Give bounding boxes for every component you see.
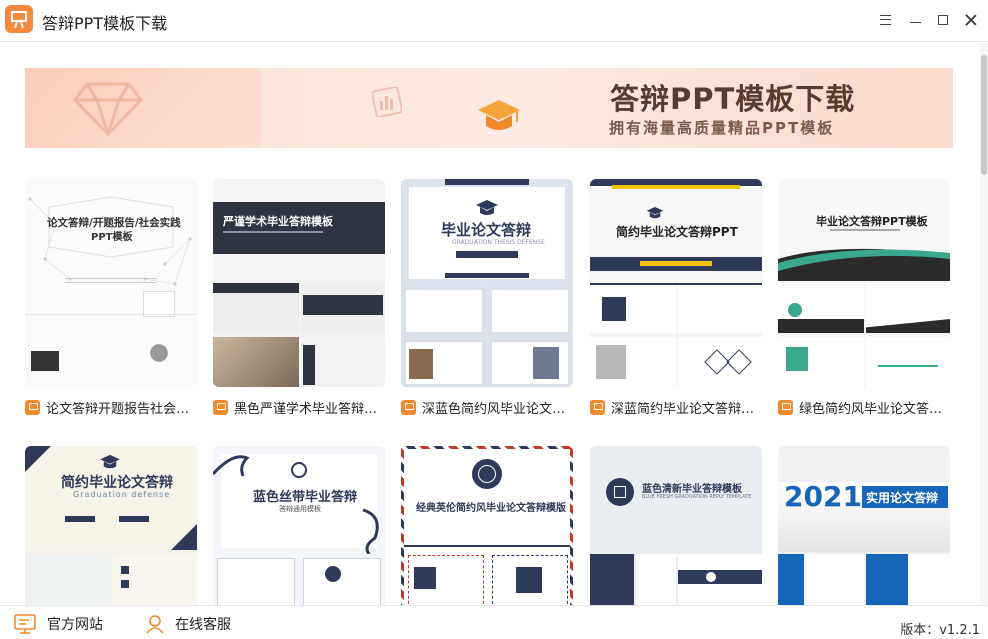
template-title: 论文答辩开题报告社会实践PPT模板 [46,401,196,417]
version-label: 版本：v1.2.1 [900,623,980,638]
ppt-file-icon [401,399,416,415]
promo-banner[interactable]: 答辩PPT模板下载 拥有海量高质量精品PPT模板 [25,68,953,148]
template-card[interactable]: 论文答辩/开题报告/社会实践 PPT模板 论文答辩开题报告社会实践PPT模板 [25,179,197,417]
diamond-icon [73,82,143,136]
online-service-label: 在线客服 [175,617,231,633]
menu-icon [879,15,891,25]
ppt-file-icon [213,399,228,415]
maximize-icon [938,15,948,25]
slide-subtitle: 实用论文答辩 [866,491,939,505]
slide-subtitle: GRADUATION THESIS DEFENSE [452,239,545,246]
template-card[interactable]: 简约毕业论文答辩 Graduation defense [25,446,197,605]
banner-subtitle: 拥有海量高质量精品PPT模板 [609,119,835,137]
template-thumbnail[interactable]: 简约毕业论文答辩PPT [590,179,762,387]
template-caption[interactable]: 绿色简约风毕业论文答辩PPT模板 [778,398,950,417]
template-gallery: 答辩PPT模板下载 拥有海量高质量精品PPT模板 论文答辩/开题报告/社会实践 … [0,43,988,605]
app-window: 答辩PPT模板下载 答辩PPT模板下载 拥有海量高质量精品PPT模板 论文答辩/… [0,0,988,639]
slide-title: 蓝色清新毕业答辩模板 [642,484,742,495]
close-icon [965,14,977,26]
chart-icon [372,87,402,117]
template-thumbnail[interactable]: 严谨学术毕业答辩模板 [213,179,385,387]
slide-subtitle: 答辩通用模板 [279,505,321,513]
app-logo-icon [5,5,33,33]
template-caption[interactable]: 深蓝色简约风毕业论文答辩PPT模板 [401,398,573,417]
slide-subtitle: Graduation defense [73,490,171,499]
graduation-cap-icon [100,454,120,469]
template-title: 黑色严谨学术毕业答辩PPT模板 [234,401,384,417]
template-card[interactable]: 严谨学术毕业答辩模板 黑色严谨学术毕业答辩PPT模板 [213,179,385,417]
customer-service-icon [146,615,164,634]
template-card[interactable]: 2021 实用论文答辩 [778,446,950,605]
template-thumbnail[interactable]: 蓝色丝带毕业答辩 答辩通用模板 [213,446,385,605]
template-title: 深蓝色简约风毕业论文答辩PPT模板 [422,401,572,417]
scrollbar-thumb[interactable] [981,55,987,175]
slide-title: 2021 [784,480,862,513]
template-card[interactable]: 毕业论文答辩PPT模板 绿色简约风毕业论文答辩PPT模板 [778,179,950,417]
template-thumbnail[interactable]: 2021 实用论文答辩 [778,446,950,605]
minimize-icon [909,21,921,23]
wave-pattern [778,248,950,281]
template-card[interactable]: 经典英伦简约风毕业论文答辩模版 [401,446,573,605]
ppt-file-icon [590,399,605,415]
title-bar: 答辩PPT模板下载 [0,0,988,42]
graduation-cap-icon [646,207,664,219]
official-website-link[interactable]: 官方网站 [14,614,103,634]
template-card[interactable]: 蓝色丝带毕业答辩 答辩通用模板 [213,446,385,605]
template-card[interactable]: 简约毕业论文答辩PPT 深蓝简约毕业论文答辩PPT模板 [590,179,762,417]
banner-title: 答辩PPT模板下载 [610,82,856,116]
slide-title: 毕业论文答辩PPT模板 [816,215,928,228]
template-thumbnail[interactable]: 毕业论文答辩PPT模板 [778,179,950,387]
slide-title: 简约毕业论文答辩 [61,475,173,491]
close-button[interactable] [958,8,984,32]
menu-button[interactable] [872,8,898,32]
graduation-cap-icon [478,100,520,130]
template-caption[interactable]: 论文答辩开题报告社会实践PPT模板 [25,398,197,417]
slide-title: 毕业论文答辩 [441,221,532,239]
graduation-cap-icon [476,200,498,215]
template-card[interactable]: 蓝色清新毕业答辩模板 BLUE FRESH GRADUATION REPLY T… [590,446,762,605]
vertical-scrollbar[interactable] [980,43,988,605]
template-thumbnail[interactable]: 简约毕业论文答辩 Graduation defense [25,446,197,605]
template-thumbnail[interactable]: 经典英伦简约风毕业论文答辩模版 [401,446,573,605]
website-icon [14,614,36,634]
slide-title: 简约毕业论文答辩PPT [616,225,738,239]
slide-subtitle: BLUE FRESH GRADUATION REPLY TEMPLATE [642,494,752,500]
template-card[interactable]: 毕业论文答辩 GRADUATION THESIS DEFENSE 深蓝色简约风毕… [401,179,573,417]
slide-title: 严谨学术毕业答辩模板 [223,215,333,228]
slide-title: 经典英伦简约风毕业论文答辩模版 [416,503,566,514]
footer-bar: 官方网站 在线客服 版本：v1.2.1 [0,605,988,639]
template-title: 绿色简约风毕业论文答辩PPT模板 [799,401,949,417]
template-thumbnail[interactable]: 毕业论文答辩 GRADUATION THESIS DEFENSE [401,179,573,387]
banner-left-panel [25,68,261,148]
ppt-file-icon [25,399,40,415]
minimize-button[interactable] [902,8,928,32]
slide-title: 蓝色丝带毕业答辩 [253,490,358,505]
template-caption[interactable]: 黑色严谨学术毕业答辩PPT模板 [213,398,385,417]
online-service-link[interactable]: 在线客服 [146,614,231,634]
official-website-label: 官方网站 [47,617,103,633]
app-title: 答辩PPT模板下载 [42,14,168,33]
slide-subtitle: PPT模板 [91,232,133,243]
ppt-file-icon [778,399,793,415]
maximize-button[interactable] [930,8,956,32]
template-caption[interactable]: 深蓝简约毕业论文答辩PPT模板 [590,398,762,417]
template-title: 深蓝简约毕业论文答辩PPT模板 [611,401,761,417]
template-thumbnail[interactable]: 蓝色清新毕业答辩模板 BLUE FRESH GRADUATION REPLY T… [590,446,762,605]
template-thumbnail[interactable]: 论文答辩/开题报告/社会实践 PPT模板 [25,179,197,387]
